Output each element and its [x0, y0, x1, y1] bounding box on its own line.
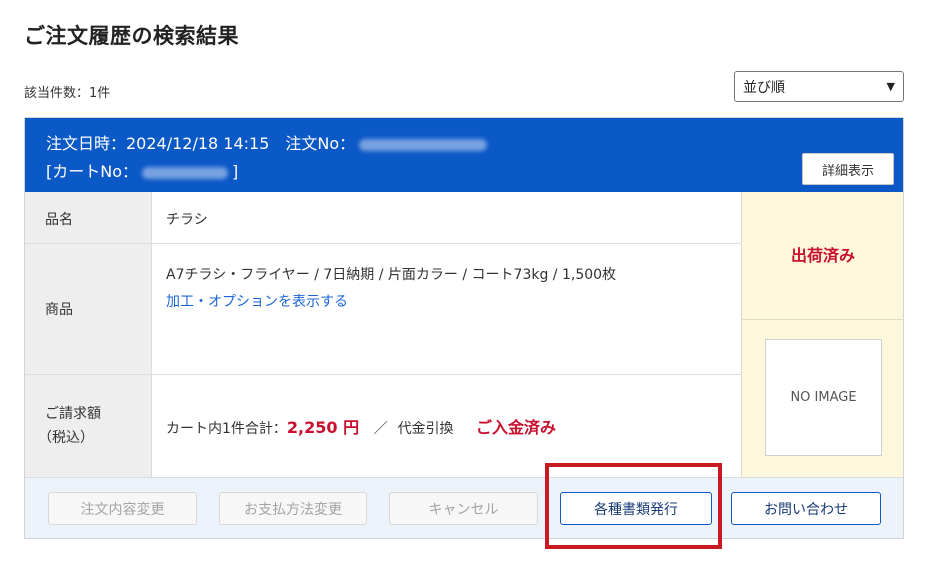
- order-datetime-and-number: 注文日時：2024/12/18 14:15 注文No：: [46, 134, 356, 153]
- sort-select[interactable]: 並び順 ▼: [734, 71, 904, 102]
- page-title: ご注文履歴の検索結果: [24, 24, 239, 48]
- highlight-box: [545, 463, 722, 549]
- payment-status: ご入金済み: [476, 418, 557, 437]
- payment-method: 代金引換: [397, 421, 454, 437]
- redacted-order-number: [359, 138, 488, 151]
- billing-prefix: カート内1件合計：: [166, 421, 287, 437]
- options-link[interactable]: 加工・オプションを表示する: [166, 291, 348, 311]
- order-actions: 注文内容変更 お支払方法変更 キャンセル 各種書類発行 お問い合わせ: [25, 477, 903, 538]
- shipping-status: 出荷済み: [790, 246, 855, 265]
- product-row: 商品 A7チラシ・フライヤー / 7日納期 / 片面カラー / コート73kg …: [25, 244, 741, 375]
- contact-button[interactable]: お問い合わせ: [731, 492, 881, 525]
- change-payment-button[interactable]: お支払方法変更: [219, 492, 367, 525]
- status-divider: [742, 319, 904, 320]
- billing-amount: 2,250 円: [286, 418, 360, 437]
- product-spec: A7チラシ・フライヤー / 7日納期 / 片面カラー / コート73kg / 1…: [166, 267, 617, 283]
- redacted-cart-number: [142, 166, 229, 179]
- item-name-row: 品名 チラシ: [25, 192, 741, 244]
- item-name-label: 品名: [25, 192, 152, 243]
- billing-separator: ／: [373, 421, 388, 437]
- product-image-placeholder: NO IMAGE: [765, 339, 882, 456]
- item-name-value: チラシ: [166, 212, 208, 228]
- product-label: 商品: [25, 244, 152, 374]
- billing-label: ご請求額 （税込）: [25, 375, 152, 477]
- change-order-button[interactable]: 注文内容変更: [48, 492, 197, 525]
- cart-number-prefix: [カートNo：: [46, 162, 139, 181]
- status-panel: 出荷済み NO IMAGE: [741, 192, 904, 477]
- chevron-down-icon: ▼: [886, 80, 895, 93]
- order-header-line2: [カートNo：]: [46, 158, 238, 182]
- sort-select-value: 並び順: [743, 79, 785, 96]
- billing-row: ご請求額 （税込） カート内1件合計：2,250 円 ／ 代金引換 ご入金済み: [25, 375, 741, 477]
- cart-number-suffix: ]: [232, 162, 239, 181]
- cancel-button[interactable]: キャンセル: [389, 492, 538, 525]
- result-count: 該当件数：1件: [24, 86, 111, 101]
- detail-button[interactable]: 詳細表示: [802, 153, 894, 185]
- billing-summary: カート内1件合計：2,250 円 ／ 代金引換 ご入金済み: [166, 414, 556, 438]
- order-header-line1: 注文日時：2024/12/18 14:15 注文No：: [46, 130, 491, 154]
- order-header: 注文日時：2024/12/18 14:15 注文No： [カートNo：] 詳細表…: [25, 118, 903, 192]
- order-card: 注文日時：2024/12/18 14:15 注文No： [カートNo：] 詳細表…: [24, 117, 904, 539]
